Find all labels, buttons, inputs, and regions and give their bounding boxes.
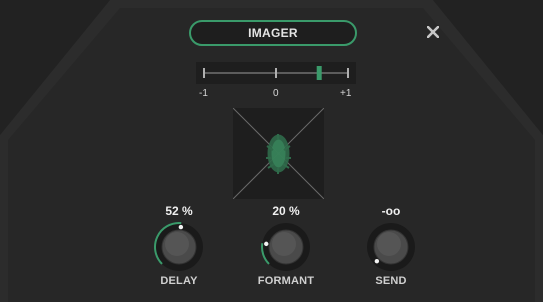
stereo-field-display	[232, 107, 325, 200]
send-label: SEND	[375, 275, 407, 287]
send-knob[interactable]	[363, 219, 419, 275]
slider-track	[203, 66, 349, 80]
delay-knob-highlight	[165, 232, 189, 256]
delay-control: 52 % DELAY	[139, 203, 219, 287]
formant-control: 20 % FORMANT	[246, 203, 326, 287]
delay-label: DELAY	[160, 275, 198, 287]
slider-handle[interactable]	[316, 66, 322, 80]
formant-knob-highlight	[272, 232, 296, 256]
formant-knob-indicator	[264, 241, 269, 247]
close-icon	[427, 26, 439, 38]
send-knob-indicator	[374, 258, 380, 264]
formant-label: FORMANT	[257, 275, 315, 287]
module-title[interactable]: IMAGER	[189, 20, 357, 46]
send-control: -oo SEND	[351, 203, 431, 287]
width-slider[interactable]	[196, 62, 356, 84]
stereo-field-icon	[232, 107, 325, 200]
delay-knob[interactable]	[151, 219, 207, 275]
slider-label-min: -1	[199, 88, 208, 99]
imager-panel: IMAGER -1 0 +1 52 % DELAY 20 % FORMANT -…	[0, 0, 543, 302]
formant-value: 20 %	[272, 204, 300, 218]
slider-label-mid: 0	[273, 88, 279, 99]
send-knob-highlight	[377, 232, 401, 256]
delay-value: 52 %	[165, 204, 193, 218]
delay-knob-indicator	[178, 224, 184, 230]
close-button[interactable]	[424, 23, 442, 41]
send-value: -oo	[381, 204, 401, 218]
formant-knob[interactable]	[258, 219, 314, 275]
slider-label-max: +1	[340, 88, 352, 99]
